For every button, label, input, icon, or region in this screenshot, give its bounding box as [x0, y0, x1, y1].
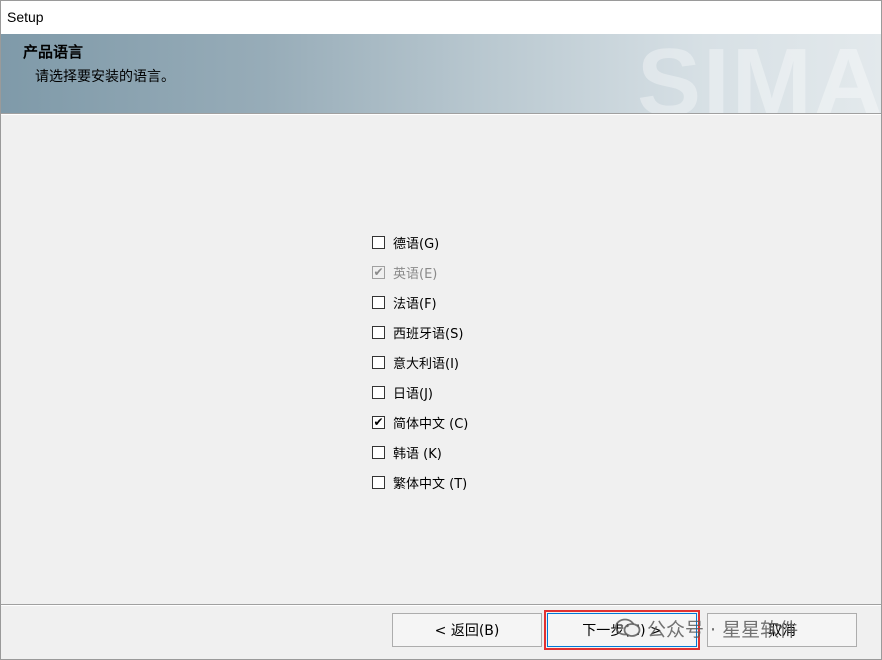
checkbox[interactable]: [372, 236, 385, 250]
checkbox[interactable]: [372, 326, 385, 340]
brand-watermark: SIMA: [637, 34, 881, 113]
cancel-button[interactable]: 取消: [707, 613, 857, 647]
next-button[interactable]: 下一步(N) >: [544, 610, 700, 650]
language-label: 日语(J): [393, 386, 433, 402]
language-option-italian[interactable]: 意大利语(I): [372, 348, 572, 378]
language-label: 简体中文 (C): [393, 416, 469, 432]
language-label: 西班牙语(S): [393, 327, 464, 343]
back-button[interactable]: < 返回(B): [392, 613, 542, 647]
language-option-japanese[interactable]: 日语(J): [372, 377, 572, 407]
language-label: 德语(G): [393, 237, 440, 253]
checkbox[interactable]: [372, 356, 385, 369]
checkbox[interactable]: [372, 445, 385, 459]
language-label: 韩语 (K): [393, 446, 442, 462]
page-subtitle: 请选择要安装的语言。: [35, 69, 175, 85]
language-option-german[interactable]: 德语(G): [372, 228, 572, 258]
header-banner: SIMA 产品语言 请选择要安装的语言。: [1, 34, 881, 113]
title-bar: Setup: [1, 1, 881, 34]
language-option-english: ✔ 英语(E): [372, 258, 572, 288]
language-option-spanish[interactable]: 西班牙语(S): [372, 318, 572, 348]
language-label: 英语(E): [393, 267, 438, 283]
setup-window: Setup SIMA 产品语言 请选择要安装的语言。 德语(G) ✔ 英语(E)…: [0, 0, 882, 660]
language-option-simplified-chinese[interactable]: ✔ 简体中文 (C): [372, 407, 572, 437]
language-label: 繁体中文 (T): [393, 476, 468, 492]
check-icon: ✔: [373, 414, 384, 429]
language-label: 意大利语(I): [393, 357, 459, 372]
checkbox[interactable]: [372, 385, 385, 399]
language-label: 法语(F): [393, 297, 437, 313]
language-option-french[interactable]: 法语(F): [372, 288, 572, 318]
window-title: Setup: [7, 9, 44, 25]
language-option-traditional-chinese[interactable]: 繁体中文 (T): [372, 467, 572, 497]
header-divider: [1, 113, 881, 115]
footer-divider: [1, 604, 881, 606]
checkbox: ✔: [372, 265, 385, 280]
check-icon: ✔: [373, 265, 384, 280]
page-title: 产品语言: [23, 43, 84, 61]
checkbox[interactable]: ✔: [372, 414, 385, 429]
language-list: 德语(G) ✔ 英语(E) 法语(F) 西班牙语(S) 意大利语(I) 日语(J…: [372, 228, 572, 497]
checkbox[interactable]: [372, 296, 385, 310]
next-button-label: 下一步(N) >: [582, 623, 662, 639]
language-option-korean[interactable]: 韩语 (K): [372, 437, 572, 467]
checkbox[interactable]: [372, 475, 385, 489]
